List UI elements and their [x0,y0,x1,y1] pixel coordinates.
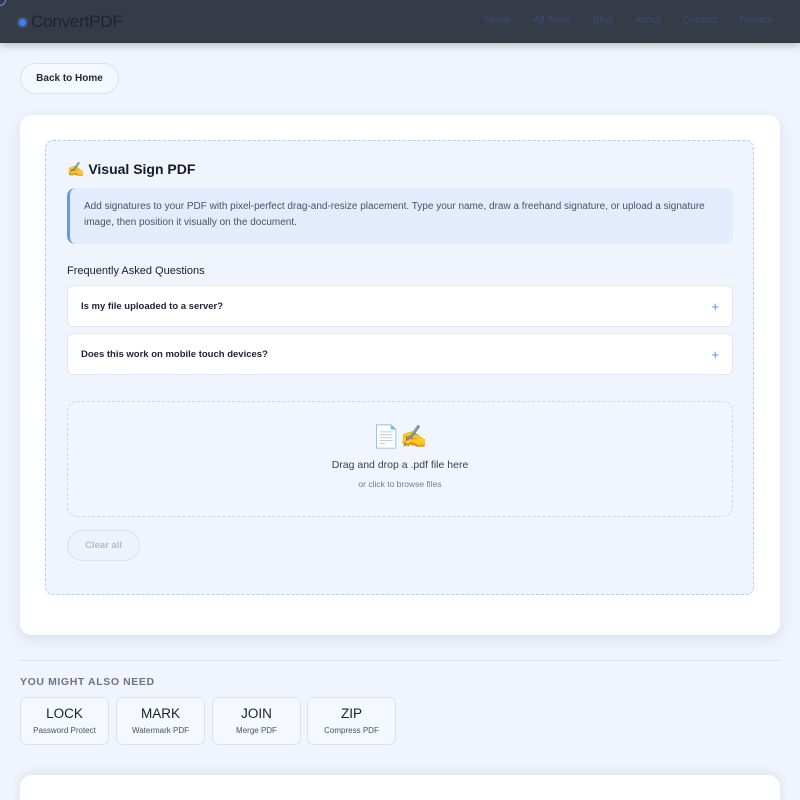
browse-files-hint[interactable]: or click to browse files [68,479,732,489]
related-tool-short: JOIN [241,706,272,721]
nav-link-privacy[interactable]: Privacy [739,15,772,26]
brand-logo[interactable]: ConvertPDF [19,12,123,32]
related-tool-label: Merge PDF [236,726,277,735]
page-title: ✍️ Visual Sign PDF [67,161,196,177]
tool-description: Add signatures to your PDF with pixel-pe… [67,188,733,244]
nav-link-blog[interactable]: Blog [593,15,613,26]
tool-card: ✍️ Visual Sign PDF Add signatures to you… [20,115,780,635]
related-tool-watermark[interactable]: MARK Watermark PDF [116,697,205,745]
related-tool-short: MARK [140,706,180,721]
tool-panel: ✍️ Visual Sign PDF Add signatures to you… [45,140,754,595]
related-tool-password-protect[interactable]: LOCK Password Protect [20,697,109,745]
next-section-card [20,775,780,800]
related-tool-short: LOCK [46,706,83,721]
main-nav: Home All Tools Blog About Contact Privac… [485,15,772,26]
cursor-ring-icon [0,0,6,6]
expand-plus-icon[interactable]: + [711,299,719,314]
faq-item[interactable]: Does this work on mobile touch devices? … [67,333,733,375]
related-tool-compress[interactable]: ZIP Compress PDF [307,697,396,745]
brand-name: ConvertPDF [31,12,123,31]
nav-link-home[interactable]: Home [485,15,512,26]
related-tool-label: Watermark PDF [131,726,190,735]
related-tool-short: ZIP [340,706,362,721]
file-dropzone[interactable]: 📄✍️ Drag and drop a .pdf file here or cl… [67,401,733,517]
related-tool-merge[interactable]: JOIN Merge PDF [212,697,301,745]
related-tool-label: Compress PDF [324,726,379,735]
nav-link-all-tools[interactable]: All Tools [534,15,571,26]
related-tool-label: Password Protect [33,726,96,735]
nav-link-contact[interactable]: Contact [683,15,717,26]
nav-link-about[interactable]: About [635,15,661,26]
expand-plus-icon[interactable]: + [711,347,719,362]
document-signature-icon: 📄✍️ [372,424,428,449]
related-tools-heading: YOU MIGHT ALSO NEED [20,676,155,688]
section-divider [20,660,780,661]
brand-dot-icon [19,18,26,26]
top-navigation-bar: ConvertPDF Home All Tools Blog About Con… [0,0,800,43]
faq-item[interactable]: Is my file uploaded to a server? + [67,285,733,327]
faq-heading: Frequently Asked Questions [67,265,205,277]
clear-all-button[interactable]: Clear all [67,530,140,561]
back-to-home-button[interactable]: Back to Home [20,63,119,94]
faq-question: Does this work on mobile touch devices? [81,348,268,360]
dropzone-instruction: Drag and drop a .pdf file here [331,459,469,471]
faq-question: Is my file uploaded to a server? [81,300,224,312]
